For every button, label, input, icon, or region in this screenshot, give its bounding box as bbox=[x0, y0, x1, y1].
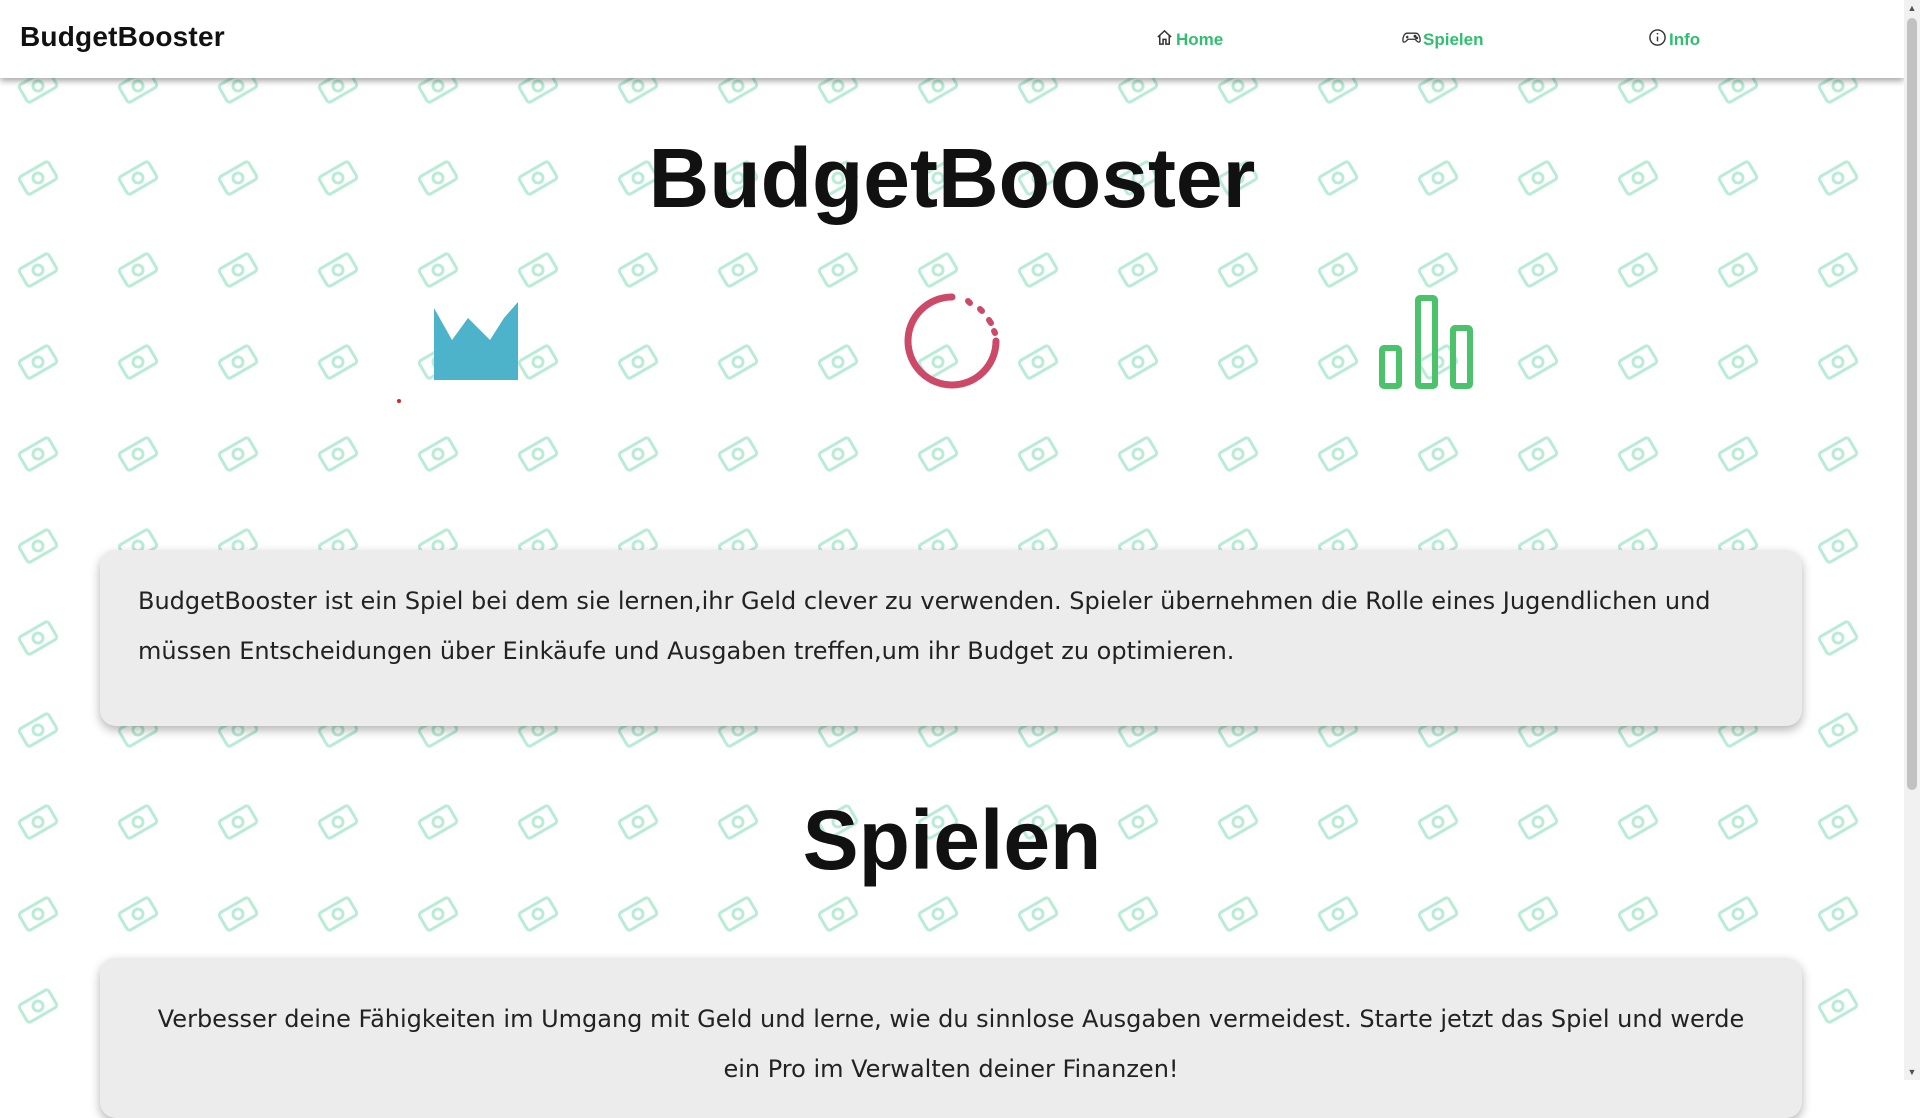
vertical-scrollbar[interactable]: ▲ ▼ bbox=[1904, 0, 1920, 1080]
scroll-down-arrow-icon[interactable]: ▼ bbox=[1904, 1064, 1920, 1080]
navbar: BudgetBooster Home Spielen Info bbox=[0, 0, 1904, 78]
nav-link-spielen[interactable]: Spielen bbox=[1402, 28, 1483, 52]
play-description-text: Verbesser deine Fähigkeiten im Umgang mi… bbox=[157, 1005, 1745, 1083]
brand-logo[interactable]: BudgetBooster bbox=[20, 21, 225, 53]
section-title-spielen: Spielen bbox=[802, 793, 1102, 887]
play-description-card: Verbesser deine Fähigkeiten im Umgang mi… bbox=[100, 958, 1802, 1118]
home-icon bbox=[1155, 28, 1174, 52]
bar-chart-icon bbox=[1378, 294, 1476, 395]
description-card: BudgetBooster ist ein Spiel bei dem sie … bbox=[100, 550, 1802, 726]
hero-title: BudgetBooster bbox=[648, 131, 1256, 225]
scroll-up-arrow-icon[interactable]: ▲ bbox=[1904, 0, 1920, 16]
gamepad-icon bbox=[1402, 28, 1421, 52]
scrollbar-thumb[interactable] bbox=[1907, 18, 1917, 790]
nav-link-label: Info bbox=[1669, 30, 1701, 49]
nav-link-home[interactable]: Home bbox=[1155, 28, 1223, 52]
nav-link-label: Spielen bbox=[1423, 30, 1484, 49]
description-text: BudgetBooster ist ein Spiel bei dem sie … bbox=[138, 587, 1711, 665]
red-dot-marker bbox=[397, 399, 401, 403]
loading-spinner-icon bbox=[900, 289, 1004, 398]
info-icon bbox=[1648, 28, 1667, 52]
nav-link-info[interactable]: Info bbox=[1648, 28, 1700, 52]
area-chart-icon bbox=[432, 300, 518, 385]
nav-link-label: Home bbox=[1176, 30, 1224, 49]
